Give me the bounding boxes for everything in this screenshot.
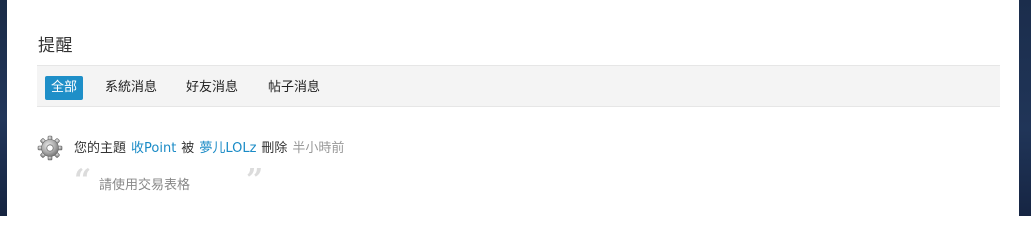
tab-system-messages[interactable]: 系統消息	[99, 76, 163, 100]
notification-tabbar: 全部 系統消息 好友消息 帖子消息	[37, 65, 1000, 107]
notification-middle: 被	[181, 141, 195, 156]
notification-prefix: 您的主題	[74, 141, 127, 156]
right-background-strip	[1019, 0, 1031, 216]
notification-message: 您的主題 收Point 被夢儿LOLz 刪除 半小時前	[74, 137, 344, 156]
close-quote-icon: ”	[246, 163, 264, 198]
tab-friend-messages[interactable]: 好友消息	[180, 76, 244, 100]
open-quote-icon: “	[74, 163, 92, 198]
notification-action: 刪除	[261, 141, 288, 156]
tab-all[interactable]: 全部	[45, 76, 84, 100]
page-title: 提醒	[38, 36, 73, 56]
thread-link[interactable]: 收Point	[131, 141, 176, 156]
quote-text: 請使用交易表格	[99, 178, 191, 193]
left-background-strip	[0, 0, 7, 216]
tab-post-messages[interactable]: 帖子消息	[262, 76, 326, 100]
user-link[interactable]: 夢儿LOLz	[199, 141, 256, 156]
notification-time: 半小時前	[292, 141, 345, 156]
notification-item: 您的主題 收Point 被夢儿LOLz 刪除 半小時前 “ 請使用交易表格 ”	[37, 132, 937, 196]
gear-icon	[37, 135, 63, 161]
